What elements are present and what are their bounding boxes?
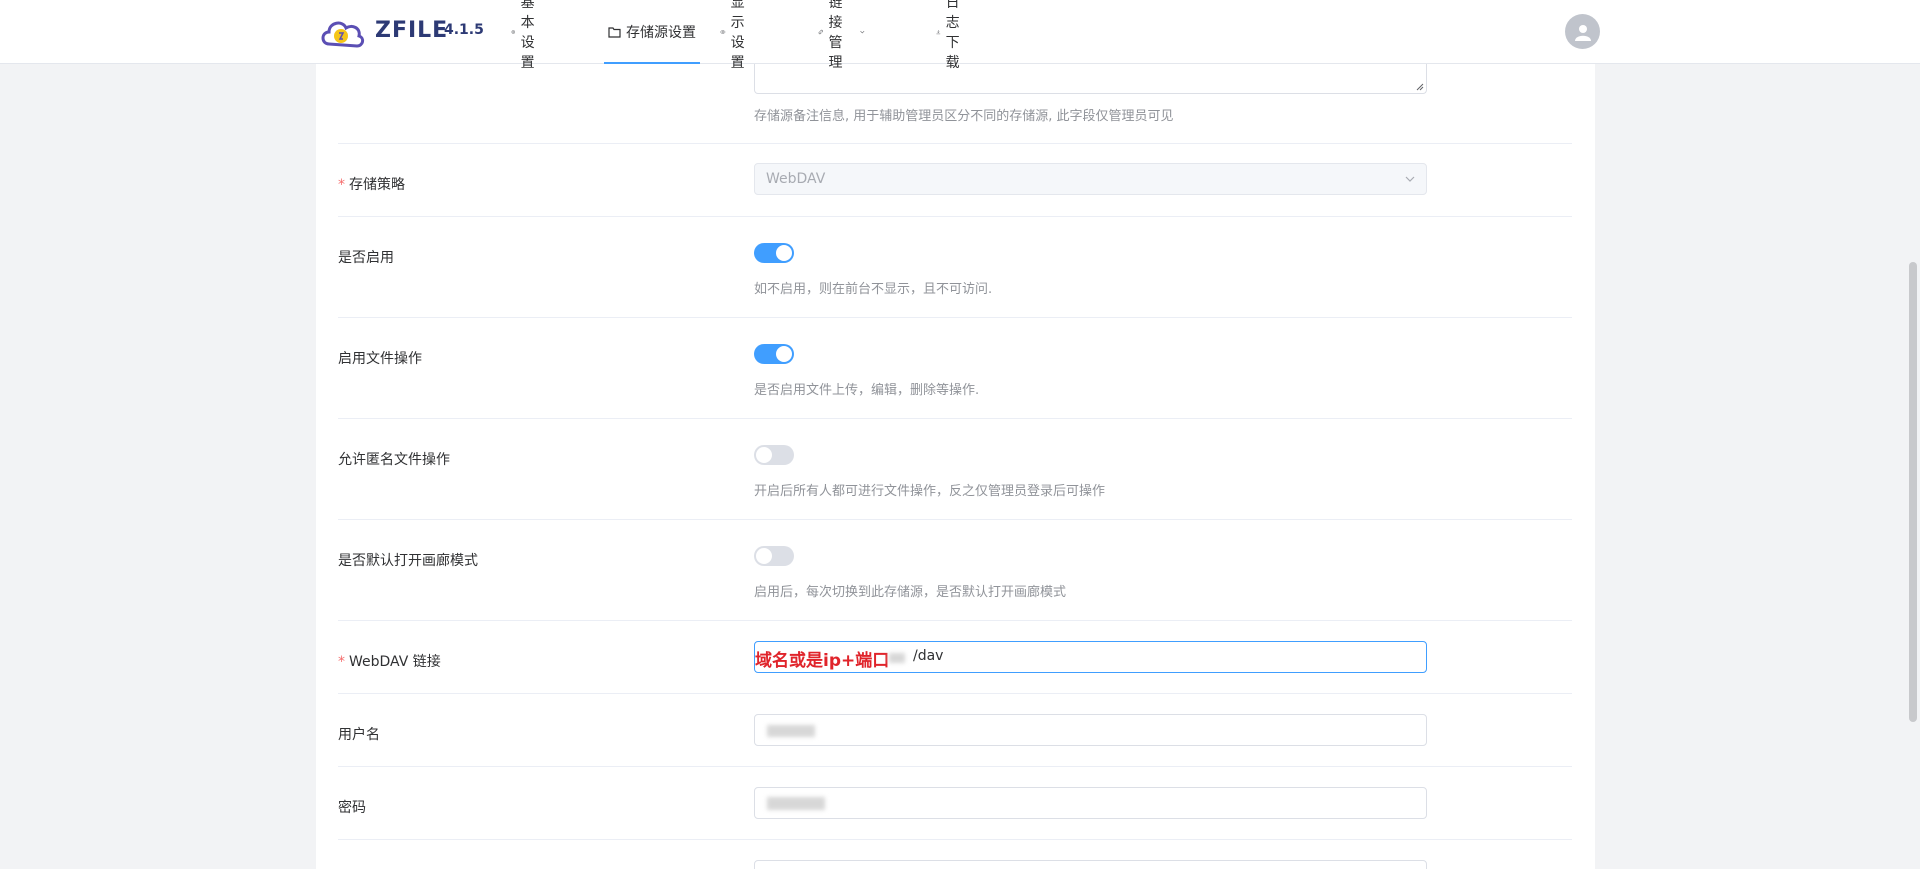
- switch-knob: [776, 245, 792, 261]
- nav-item-storage-settings[interactable]: 存储源设置: [604, 0, 700, 64]
- enabled-switch[interactable]: [754, 243, 794, 263]
- username-label: 用户名: [338, 727, 380, 743]
- file-ops-switch[interactable]: [754, 344, 794, 364]
- user-icon: [1574, 24, 1591, 41]
- brand-version: 4.1.5: [444, 22, 484, 38]
- eye-icon: [720, 30, 726, 34]
- required-asterisk: *: [338, 654, 345, 670]
- switch-knob: [756, 548, 772, 564]
- next-field-input[interactable]: [754, 860, 1427, 869]
- form-row-anon-ops: 允许匿名文件操作 开启后所有人都可进行文件操作，反之仅管理员登录后可操作: [338, 419, 1572, 520]
- enabled-hint: 如不启用，则在前台不显示，且不可访问.: [754, 282, 993, 297]
- gear-icon: [511, 30, 516, 34]
- download-icon: [936, 30, 941, 35]
- strategy-label-text: 存储策略: [349, 177, 405, 193]
- brand-name: ZFILE: [375, 18, 449, 43]
- anon-ops-label: 允许匿名文件操作: [338, 452, 450, 468]
- avatar[interactable]: [1565, 14, 1600, 49]
- folder-icon: [608, 27, 621, 38]
- form-row-webdav-url: * WebDAV 链接 域名或是ip+端口 /dav: [338, 621, 1572, 694]
- form-row-enabled: 是否启用 如不启用，则在前台不显示，且不可访问.: [338, 217, 1572, 318]
- nav-item-basic-settings[interactable]: 基本设置: [511, 0, 542, 71]
- webdav-url-label: * WebDAV 链接: [338, 651, 441, 671]
- webdav-url-suffix: /dav: [913, 648, 944, 664]
- form-row-gallery: 是否默认打开画廊模式 启用后，每次切换到此存储源，是否默认打开画廊模式: [338, 520, 1572, 621]
- form-row-password: 密码: [338, 767, 1572, 840]
- chevron-down-icon: [1405, 176, 1415, 182]
- link-icon: [818, 29, 823, 35]
- password-label: 密码: [338, 800, 366, 816]
- form-row-strategy: * 存储策略 WebDAV: [338, 144, 1572, 217]
- required-asterisk: *: [338, 177, 345, 193]
- gallery-switch[interactable]: [754, 546, 794, 566]
- zfile-logo-icon[interactable]: [319, 14, 365, 50]
- nav-item-log-download[interactable]: 日志下载: [936, 0, 967, 71]
- nav-item-label: 链接管理: [828, 0, 843, 71]
- nav-item-label: 显示设置: [730, 0, 745, 71]
- webdav-url-label-text: WebDAV 链接: [349, 654, 441, 670]
- nav-item-label: 基本设置: [520, 0, 535, 71]
- redacted-text: [767, 797, 825, 810]
- redacted-text: [767, 725, 815, 737]
- webdav-url-annotation: 域名或是ip+端口: [755, 651, 890, 671]
- switch-knob: [776, 346, 792, 362]
- nav-item-display-settings[interactable]: 显示设置: [720, 0, 753, 71]
- gallery-label: 是否默认打开画廊模式: [338, 553, 478, 569]
- chevron-down-icon: [860, 30, 865, 34]
- strategy-select-value: WebDAV: [766, 171, 826, 187]
- page-scrollbar[interactable]: [1909, 262, 1917, 722]
- anon-ops-switch[interactable]: [754, 445, 794, 465]
- remark-hint: 存储源备注信息, 用于辅助管理员区分不同的存储源, 此字段仅管理员可见: [754, 109, 1174, 124]
- webdav-url-input[interactable]: 域名或是ip+端口 /dav: [754, 641, 1427, 673]
- strategy-select[interactable]: WebDAV: [754, 163, 1427, 195]
- form-row-remark: 存储源备注信息, 用于辅助管理员区分不同的存储源, 此字段仅管理员可见: [338, 64, 1572, 144]
- file-ops-hint: 是否启用文件上传，编辑，删除等操作.: [754, 383, 980, 398]
- file-ops-label: 启用文件操作: [338, 351, 422, 367]
- nav-item-label: 日志下载: [945, 0, 960, 71]
- nav-item-link-management[interactable]: 链接管理: [818, 0, 865, 71]
- redacted-text: [889, 653, 905, 663]
- enabled-label: 是否启用: [338, 250, 394, 266]
- strategy-label: * 存储策略: [338, 174, 405, 194]
- top-header: ZFILE 4.1.5 基本设置 存储源设置 显示设置 链接管理 日志下载: [0, 0, 1920, 71]
- form-row-username: 用户名: [338, 694, 1572, 767]
- gallery-hint: 启用后，每次切换到此存储源，是否默认打开画廊模式: [754, 585, 1067, 600]
- anon-ops-hint: 开启后所有人都可进行文件操作，反之仅管理员登录后可操作: [754, 484, 1106, 499]
- nav-item-label: 存储源设置: [626, 25, 696, 41]
- password-input[interactable]: [754, 787, 1427, 819]
- username-input[interactable]: [754, 714, 1427, 746]
- switch-knob: [756, 447, 772, 463]
- form-row-file-ops: 启用文件操作 是否启用文件上传，编辑，删除等操作.: [338, 318, 1572, 419]
